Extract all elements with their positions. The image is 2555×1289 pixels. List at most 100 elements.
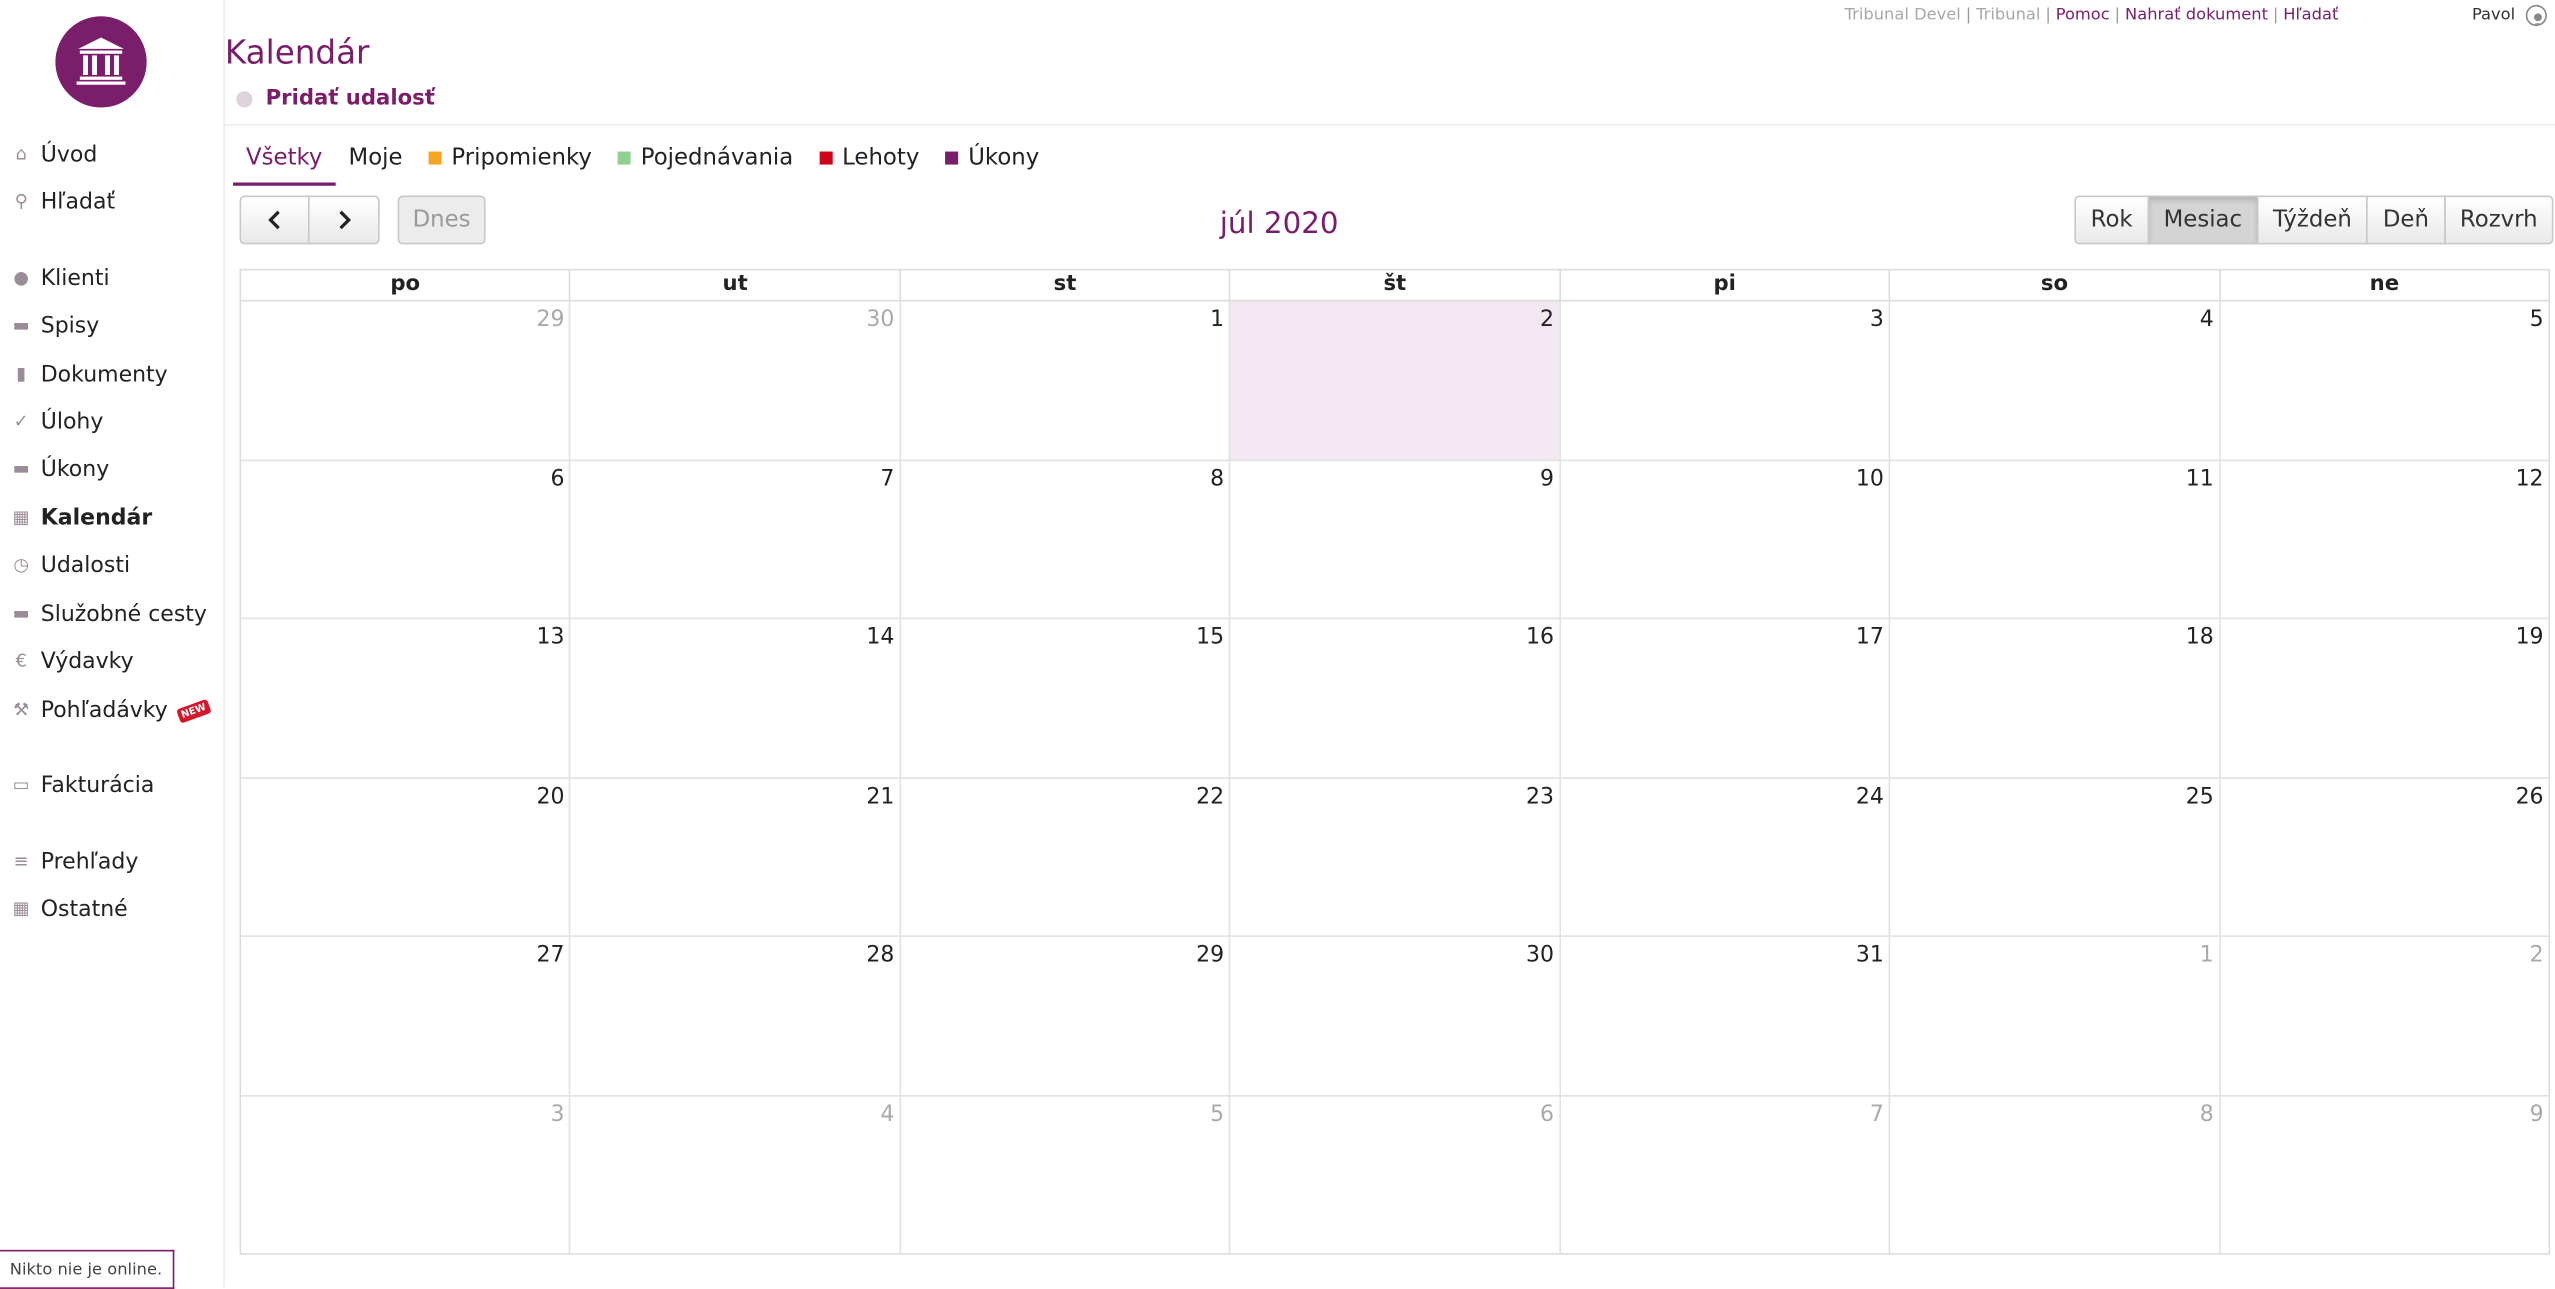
- filter-tab-pojednávania[interactable]: Pojednávania: [605, 134, 806, 183]
- day-cell[interactable]: 20: [241, 778, 569, 935]
- search-icon: ⚲: [14, 190, 28, 212]
- top-links: Tribunal Devel | Tribunal | Pomoc | Nahrať dok…: [1845, 7, 2339, 25]
- sidebar-item-úkony[interactable]: ▬ Úkony: [0, 450, 222, 489]
- add-event-link[interactable]: Pridať udalosť: [236, 86, 435, 111]
- today-button[interactable]: Dnes: [397, 195, 486, 245]
- day-number: 1: [2199, 941, 2214, 968]
- day-cell[interactable]: 9: [1229, 460, 1559, 618]
- day-cell[interactable]: 21: [569, 778, 899, 936]
- day-cell[interactable]: 28: [569, 936, 899, 1095]
- sidebar-item-udalosti[interactable]: ◷ Udalosti: [0, 546, 222, 585]
- day-cell[interactable]: 22: [899, 778, 1229, 936]
- day-number: 8: [1210, 465, 1225, 492]
- filter-tab-lehoty[interactable]: Lehoty: [806, 134, 932, 183]
- day-cell[interactable]: 24: [1558, 778, 1889, 936]
- day-cell[interactable]: 7: [1558, 1095, 1889, 1255]
- logo[interactable]: [55, 16, 147, 108]
- day-cell[interactable]: 7: [569, 460, 899, 618]
- day-cell-today[interactable]: 2: [1229, 301, 1559, 459]
- sidebar-item-fakturácia[interactable]: ▭ Fakturácia: [0, 766, 222, 805]
- filter-tab-label: Pojednávania: [640, 145, 794, 172]
- user-avatar-icon[interactable]: [2525, 4, 2547, 27]
- day-cell[interactable]: 4: [1888, 301, 2219, 459]
- header-link[interactable]: Pomoc: [2056, 7, 2110, 25]
- day-cell[interactable]: 16: [1229, 619, 1559, 777]
- day-cell[interactable]: 31: [1558, 936, 1889, 1095]
- weekday-header: pi: [1558, 270, 1889, 300]
- day-number: 3: [550, 1100, 565, 1127]
- week-row: 29 30 1 2 3 4 5: [241, 301, 2549, 461]
- header-link[interactable]: Nahrať dokument: [2125, 7, 2268, 25]
- day-cell[interactable]: 26: [2218, 778, 2549, 936]
- next-month-button[interactable]: [307, 195, 380, 245]
- day-cell[interactable]: 18: [1888, 619, 2219, 777]
- sidebar-item-spisy[interactable]: ▬ Spisy: [0, 306, 222, 345]
- day-cell[interactable]: 27: [241, 937, 569, 1094]
- day-cell[interactable]: 30: [569, 301, 899, 459]
- calculator-icon: ▦: [12, 897, 30, 920]
- folder-icon: ▬: [12, 314, 30, 336]
- day-cell[interactable]: 1: [899, 301, 1229, 459]
- day-cell[interactable]: 9: [2218, 1095, 2549, 1255]
- day-cell[interactable]: 10: [1558, 460, 1889, 618]
- view-button-deň[interactable]: Deň: [2366, 195, 2446, 245]
- day-number: 31: [1855, 941, 1884, 968]
- sidebar-item-výdavky[interactable]: € Výdavky: [0, 642, 222, 681]
- day-number: 1: [1210, 306, 1225, 333]
- day-cell[interactable]: 2: [2218, 936, 2549, 1095]
- day-cell[interactable]: 12: [2218, 460, 2549, 618]
- sidebar-item-dokumenty[interactable]: ▮ Dokumenty: [0, 355, 222, 394]
- day-cell[interactable]: 29: [899, 936, 1229, 1095]
- sidebar-item-pohľadávky[interactable]: ⚒ Pohľadávky NEW: [0, 691, 222, 730]
- day-cell[interactable]: 29: [241, 301, 569, 458]
- view-button-mesiac[interactable]: Mesiac: [2147, 195, 2259, 245]
- filter-tab-moje[interactable]: Moje: [335, 134, 415, 183]
- day-cell[interactable]: 13: [241, 619, 569, 776]
- sidebar-item-prehľady[interactable]: ≡ Prehľady: [0, 842, 222, 881]
- view-button-týždeň[interactable]: Týždeň: [2256, 195, 2369, 245]
- sidebar-item-hľadať[interactable]: ⚲ Hľadať: [0, 183, 222, 222]
- day-cell[interactable]: 14: [569, 619, 899, 777]
- day-cell[interactable]: 8: [899, 460, 1229, 618]
- header-link: Tribunal: [1976, 6, 2041, 25]
- day-cell[interactable]: 6: [241, 460, 569, 617]
- day-cell[interactable]: 3: [1558, 301, 1889, 459]
- link-separator: |: [2114, 6, 2121, 25]
- week-row: 13 14 15 16 17 18 19: [241, 619, 2549, 779]
- filter-tab-úkony[interactable]: Úkony: [932, 134, 1052, 183]
- day-cell[interactable]: 11: [1888, 460, 2219, 618]
- day-cell[interactable]: 5: [2218, 301, 2549, 459]
- day-cell[interactable]: 8: [1888, 1095, 2219, 1255]
- day-cell[interactable]: 15: [899, 619, 1229, 777]
- day-cell[interactable]: 23: [1229, 778, 1559, 936]
- view-button-rok[interactable]: Rok: [2074, 195, 2149, 245]
- sidebar-item-služobné-cesty[interactable]: ▬ Služobné cesty: [0, 595, 222, 634]
- day-cell[interactable]: 5: [899, 1095, 1229, 1255]
- sidebar-item-label: Dokumenty: [40, 361, 168, 388]
- view-button-rozvrh[interactable]: Rozvrh: [2443, 195, 2554, 245]
- day-cell[interactable]: 3: [241, 1096, 569, 1255]
- sidebar-item-úlohy[interactable]: ✓ Úlohy: [0, 402, 222, 441]
- filter-tab-všetky[interactable]: Všetky: [233, 134, 336, 186]
- sidebar-item-kalendár[interactable]: ▦ Kalendár: [0, 499, 222, 538]
- page-title: Kalendár: [224, 32, 370, 72]
- sidebar-item-klienti[interactable]: ● Klienti: [0, 259, 222, 298]
- day-cell[interactable]: 4: [569, 1095, 899, 1255]
- day-number: 4: [2199, 306, 2214, 333]
- day-cell[interactable]: 17: [1558, 619, 1889, 777]
- sidebar-item-úvod[interactable]: ⌂ Úvod: [0, 135, 222, 174]
- day-cell[interactable]: 1: [1888, 936, 2219, 1095]
- filter-tab-pripomienky[interactable]: Pripomienky: [416, 134, 605, 183]
- add-event-dot-icon: [236, 90, 253, 107]
- prev-month-button[interactable]: [239, 195, 310, 245]
- day-number: 21: [866, 782, 895, 810]
- sidebar-item-ostatné[interactable]: ▦ Ostatné: [0, 890, 222, 929]
- clock-icon: ◷: [13, 554, 30, 576]
- user-name[interactable]: Pavol: [2472, 7, 2515, 25]
- day-cell[interactable]: 6: [1229, 1095, 1559, 1255]
- day-cell[interactable]: 30: [1229, 936, 1559, 1095]
- header-link[interactable]: Hľadať: [2283, 7, 2338, 25]
- day-cell[interactable]: 19: [2218, 619, 2549, 777]
- day-cell[interactable]: 25: [1888, 778, 2219, 936]
- filter-tab-label: Pripomienky: [451, 145, 592, 172]
